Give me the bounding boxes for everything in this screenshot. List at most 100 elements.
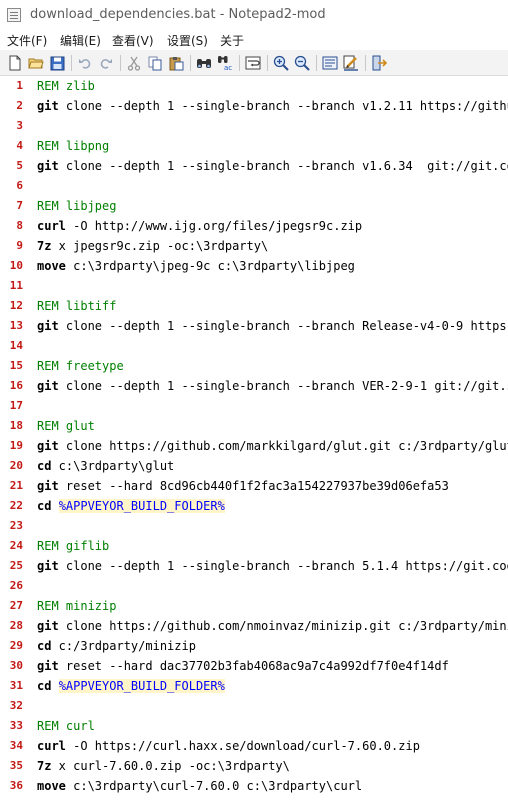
code-line[interactable]: 29 cd c:/3rdparty/minizip <box>0 636 508 656</box>
line-number: 17 <box>9 399 23 412</box>
comment-token: REM freetype <box>37 359 124 373</box>
code-line[interactable]: 23 <box>0 516 508 536</box>
zoom-in-button[interactable] <box>272 54 290 72</box>
line-text: git clone --depth 1 --single-branch --br… <box>37 96 508 116</box>
code-line[interactable]: 32 <box>0 696 508 716</box>
code-line[interactable]: 35 7z x curl-7.60.0.zip -oc:\3rdparty\ <box>0 756 508 776</box>
paste-button[interactable] <box>167 54 185 72</box>
argument-token: c:\3rdparty\curl-7.60.0 c:\3rdparty\curl <box>65 779 363 793</box>
undo-button[interactable] <box>76 54 94 72</box>
exit-button[interactable] <box>370 54 388 72</box>
command-token: git <box>37 559 59 573</box>
toolbar: ac <box>0 50 508 76</box>
toolbar-separator <box>267 55 268 71</box>
line-text: curl -O https://curl.haxx.se/download/cu… <box>37 736 420 756</box>
line-number: 35 <box>9 759 23 772</box>
argument-token: clone https://github.com/markkilgard/glu… <box>58 439 508 453</box>
code-line[interactable]: 27 REM minizip <box>0 596 508 616</box>
zoom-in-icon <box>273 55 289 71</box>
command-token: git <box>37 479 59 493</box>
command-token: git <box>37 659 59 673</box>
code-line[interactable]: 25 git clone --depth 1 --single-branch --… <box>0 556 508 576</box>
line-text: 7z x curl-7.60.0.zip -oc:\3rdparty\ <box>37 756 290 776</box>
line-text: REM libpng <box>37 136 109 156</box>
argument-token: clone --depth 1 --single-branch --branch… <box>58 379 508 393</box>
code-line[interactable]: 24 REM giflib <box>0 536 508 556</box>
code-line[interactable]: 16 git clone --depth 1 --single-branch --… <box>0 376 508 396</box>
comment-token: REM glut <box>37 419 95 433</box>
command-token: move <box>37 259 66 273</box>
code-line[interactable]: 19 git clone https://github.com/markkilga… <box>0 436 508 456</box>
line-number: 32 <box>9 699 23 712</box>
zoom-out-button[interactable] <box>293 54 311 72</box>
code-line[interactable]: 33 REM curl <box>0 716 508 736</box>
code-line[interactable]: 28 git clone https://github.com/nmoinvaz/… <box>0 616 508 636</box>
line-text: REM glut <box>37 416 95 436</box>
editor-area[interactable]: 1 REM zlib 2 git clone --depth 1 --single-b… <box>0 76 508 805</box>
scheme-button[interactable] <box>321 54 339 72</box>
line-text: cd c:\3rdparty\glut <box>37 456 174 476</box>
replace-button[interactable]: ac <box>216 54 234 72</box>
menu-file[interactable]: 文件(F) <box>7 32 47 49</box>
command-token: curl <box>37 219 66 233</box>
code-line[interactable]: 12 REM libtiff <box>0 296 508 316</box>
code-line[interactable]: 34 curl -O https://curl.haxx.se/download/… <box>0 736 508 756</box>
comment-token: REM libtiff <box>37 299 117 313</box>
menu-about[interactable]: 关于 <box>220 32 244 49</box>
code-line[interactable]: 15 REM freetype <box>0 356 508 376</box>
argument-token: x curl-7.60.0.zip -oc:\3rdparty\ <box>51 759 290 773</box>
comment-token: REM minizip <box>37 599 117 613</box>
code-line[interactable]: 7 REM libjpeg <box>0 196 508 216</box>
code-line[interactable]: 20 cd c:\3rdparty\glut <box>0 456 508 476</box>
code-line[interactable]: 6 <box>0 176 508 196</box>
code-line[interactable]: 30 git reset --hard dac37702b3fab4068ac9a… <box>0 656 508 676</box>
code-line[interactable]: 21 git reset --hard 8cd96cb440f1f2fac3a15… <box>0 476 508 496</box>
comment-token: REM giflib <box>37 539 110 553</box>
comment-token: REM curl <box>37 719 95 733</box>
menu-edit[interactable]: 编辑(E) <box>60 32 101 49</box>
line-number: 1 <box>16 79 23 92</box>
code-line[interactable]: 18 REM glut <box>0 416 508 436</box>
line-text: REM giflib <box>37 536 109 556</box>
line-number: 25 <box>9 559 23 572</box>
new-icon <box>8 55 22 71</box>
code-line[interactable]: 9 7z x jpegsr9c.zip -oc:\3rdparty\ <box>0 236 508 256</box>
code-line[interactable]: 2 git clone --depth 1 --single-branch --b… <box>0 96 508 116</box>
code-line[interactable]: 14 <box>0 336 508 356</box>
line-text: curl -O http://www.ijg.org/files/jpegsr9… <box>37 216 362 236</box>
line-number: 16 <box>9 379 23 392</box>
line-text: REM curl <box>37 716 95 736</box>
find-button[interactable] <box>195 54 213 72</box>
scheme-icon <box>322 56 338 70</box>
new-button[interactable] <box>6 54 24 72</box>
code-line[interactable]: 3 <box>0 116 508 136</box>
redo-icon <box>99 56 113 70</box>
line-number: 33 <box>9 719 23 732</box>
save-button[interactable] <box>48 54 66 72</box>
code-line[interactable]: 5 git clone --depth 1 --single-branch --b… <box>0 156 508 176</box>
customize-button[interactable] <box>342 54 360 72</box>
word-wrap-button[interactable] <box>244 54 262 72</box>
code-line[interactable]: 1 REM zlib <box>0 76 508 96</box>
line-text: 7z x jpegsr9c.zip -oc:\3rdparty\ <box>37 236 268 256</box>
code-line[interactable]: 11 <box>0 276 508 296</box>
code-line[interactable]: 4 REM libpng <box>0 136 508 156</box>
code-line[interactable]: 8 curl -O http://www.ijg.org/files/jpegsr… <box>0 216 508 236</box>
code-line[interactable]: 22 cd %APPVEYOR_BUILD_FOLDER% <box>0 496 508 516</box>
cut-button[interactable] <box>125 54 143 72</box>
copy-button[interactable] <box>146 54 164 72</box>
code-line[interactable]: 10 move c:\3rdparty\jpeg-9c c:\3rdparty\l… <box>0 256 508 276</box>
customize-icon <box>343 55 359 71</box>
line-text: cd %APPVEYOR_BUILD_FOLDER% <box>37 676 225 696</box>
code-line[interactable]: 13 git clone --depth 1 --single-branch --… <box>0 316 508 336</box>
open-button[interactable] <box>27 54 45 72</box>
code-line[interactable]: 26 <box>0 576 508 596</box>
menu-view[interactable]: 查看(V) <box>112 32 154 49</box>
code-line[interactable]: 31 cd %APPVEYOR_BUILD_FOLDER% <box>0 676 508 696</box>
code-line[interactable]: 17 <box>0 396 508 416</box>
redo-button[interactable] <box>97 54 115 72</box>
line-number: 23 <box>9 519 23 532</box>
code-line[interactable]: 36 move c:\3rdparty\curl-7.60.0 c:\3rdpar… <box>0 776 508 796</box>
menu-settings[interactable]: 设置(S) <box>167 32 208 49</box>
word-wrap-icon <box>245 56 261 70</box>
